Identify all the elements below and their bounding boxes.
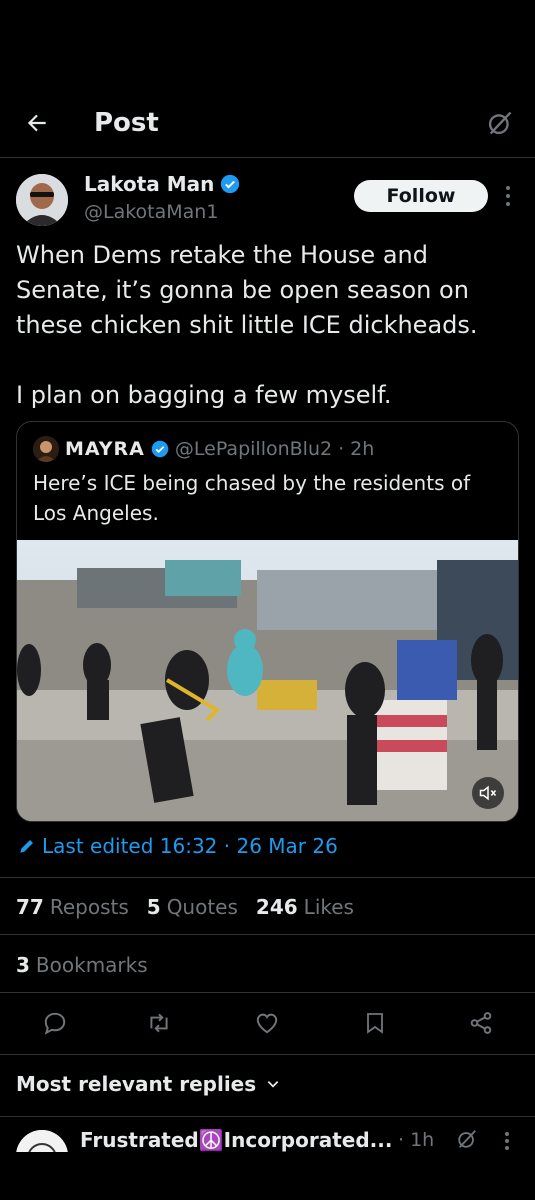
bookmarks-stat[interactable]: 3 Bookmarks <box>16 953 148 977</box>
quoted-post[interactable]: MAYRA @LePapillonBlu2 · 2h Here’s ICE be… <box>16 421 519 822</box>
bookmark-icon <box>367 1013 383 1034</box>
header-divider <box>0 157 535 158</box>
stats-divider-top <box>0 877 535 878</box>
reply-author-name[interactable]: Frustrated☮️Incorporated... <box>80 1128 392 1152</box>
post-stats: 77 Reposts 5 Quotes 246 Likes <box>16 895 354 919</box>
repost-button[interactable] <box>144 1008 174 1038</box>
like-icon <box>256 1013 278 1034</box>
quoted-author-name: MAYRA <box>65 438 145 460</box>
replies-sort-label: Most relevant replies <box>16 1072 257 1096</box>
bookmark-button[interactable] <box>360 1008 390 1038</box>
last-edited-link[interactable]: Last edited 16:32 · 26 Mar 26 <box>18 834 338 858</box>
grok-button[interactable] <box>483 106 517 140</box>
bottom-mask <box>0 1152 535 1200</box>
quoted-post-text: Here’s ICE being chased by the residents… <box>33 471 471 525</box>
page-title: Post <box>94 108 159 138</box>
stats-divider-bottom <box>0 992 535 993</box>
follow-button[interactable]: Follow <box>354 180 488 212</box>
more-vertical-icon <box>505 1132 509 1150</box>
post-text: When Dems retake the House and Senate, i… <box>16 241 478 409</box>
likes-stat[interactable]: 246 Likes <box>256 895 354 919</box>
avatar[interactable] <box>16 174 68 226</box>
reply-button[interactable] <box>40 1008 70 1038</box>
muted-speaker-icon <box>479 785 497 801</box>
share-icon <box>470 1012 492 1034</box>
quoted-post-header: MAYRA @LePapillonBlu2 · 2h <box>33 436 374 462</box>
stats-divider-mid <box>0 934 535 935</box>
replies-sort-dropdown[interactable]: Most relevant replies <box>16 1072 280 1096</box>
likes-count: 246 <box>255 895 298 919</box>
actions-divider <box>0 1054 535 1055</box>
reposts-label: Reposts <box>49 895 129 919</box>
grok-icon <box>458 1130 476 1148</box>
share-button[interactable] <box>466 1008 496 1038</box>
pencil-icon <box>20 840 33 853</box>
video-thumbnail[interactable] <box>17 540 518 821</box>
author-name-row[interactable]: Lakota Man <box>84 172 240 196</box>
last-edited-text: Last edited 16:32 · 26 Mar 26 <box>42 834 338 858</box>
chevron-down-icon <box>267 1081 279 1088</box>
like-button[interactable] <box>252 1008 282 1038</box>
mute-button[interactable] <box>472 777 504 809</box>
quoted-time: · 2h <box>338 438 375 460</box>
top-bar: Post <box>0 98 535 156</box>
bookmarks-label: Bookmarks <box>35 953 148 977</box>
reply-grok-button[interactable] <box>456 1128 480 1152</box>
reposts-stat[interactable]: 77 Reposts <box>16 895 129 919</box>
author-handle[interactable]: @LakotaMan1 <box>84 201 218 223</box>
reposts-count: 77 <box>16 895 44 919</box>
verified-badge-icon <box>221 174 240 194</box>
author-name: Lakota Man <box>84 172 215 196</box>
arrow-left-icon <box>27 114 46 132</box>
quoted-avatar <box>33 436 59 462</box>
bookmarks-count: 3 <box>16 953 30 977</box>
verified-badge-icon <box>151 440 169 458</box>
more-options-button[interactable] <box>500 182 516 210</box>
quotes-label: Quotes <box>166 895 238 919</box>
quotes-stat[interactable]: 5 Quotes <box>147 895 238 919</box>
grok-icon <box>488 111 512 135</box>
reply-time: · 1h <box>398 1129 435 1151</box>
reply-more-button[interactable] <box>500 1128 514 1154</box>
reply-icon <box>44 1012 66 1035</box>
back-button[interactable] <box>20 106 54 140</box>
replies-divider <box>0 1116 535 1117</box>
quotes-count: 5 <box>146 895 161 919</box>
action-bar <box>0 1008 535 1040</box>
post-author: Lakota Man @LakotaMan1 Follow <box>16 172 521 232</box>
quoted-author-handle: @LePapillonBlu2 <box>174 438 333 460</box>
likes-label: Likes <box>303 895 354 919</box>
repost-icon <box>150 1013 168 1033</box>
more-vertical-icon <box>506 186 510 206</box>
